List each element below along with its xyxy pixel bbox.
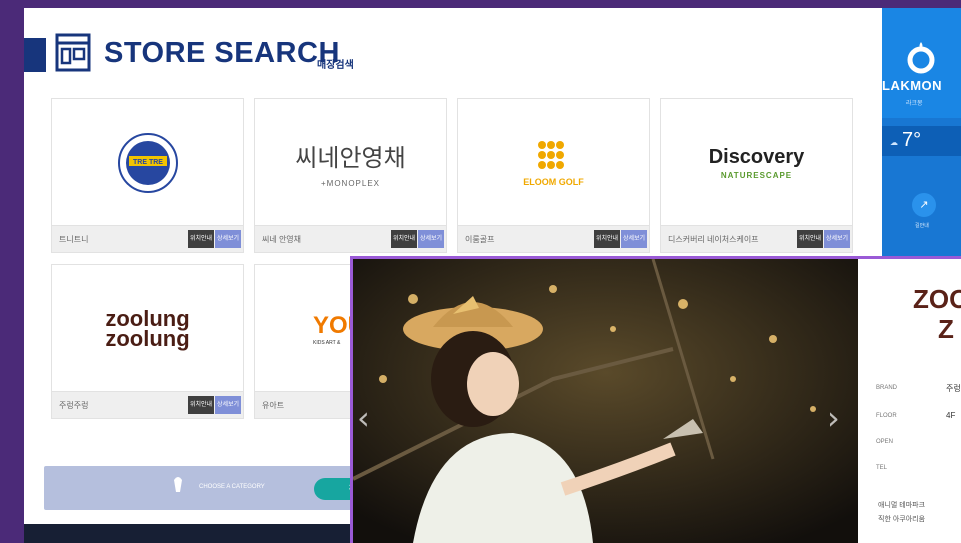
store-card-zoolung[interactable]: zoolung zoolung 주렁주렁 위치안내 상세보기 bbox=[51, 264, 244, 419]
category-label: CHOOSE A CATEGORY bbox=[199, 484, 265, 490]
zoolung-logo-line2: zoolung bbox=[105, 326, 190, 351]
weather-box: ☁ 7° bbox=[882, 126, 961, 156]
desc-line: 직한 아쿠아리움 bbox=[878, 516, 926, 523]
cine-logo-text: 씨네안영채 bbox=[295, 144, 406, 172]
brand-label: BRAND bbox=[876, 385, 898, 391]
store-card-cine[interactable]: 씨네안영채 +MONOPLEX 씨네 안영채 위치안내 상세보기 bbox=[254, 98, 447, 253]
detail-button[interactable]: 상세보기 bbox=[215, 230, 241, 248]
open-label: OPEN bbox=[876, 439, 894, 445]
discovery-logo-text: Discovery bbox=[708, 146, 805, 168]
directions-icon[interactable]: ↗ bbox=[912, 193, 936, 217]
title-accent bbox=[24, 38, 46, 72]
youart-logo-sub: KIDS ART & bbox=[313, 340, 341, 346]
store-name-bar: 디스커버리 네이처스케이프 위치안내 상세보기 bbox=[661, 225, 852, 252]
popup-logo-line1: ZOO bbox=[913, 284, 961, 314]
discovery-logo-sub: NATURESCAPE bbox=[720, 171, 793, 180]
store-photo: ‹ › bbox=[353, 259, 858, 543]
store-name-bar: 이룸골프 위치안내 상세보기 bbox=[458, 225, 649, 252]
store-name: 이룸골프 bbox=[465, 235, 495, 244]
tel-label: TEL bbox=[876, 465, 888, 471]
temperature: 7° bbox=[902, 129, 922, 151]
detail-button[interactable]: 상세보기 bbox=[621, 230, 647, 248]
prev-arrow-icon[interactable]: ‹ bbox=[357, 399, 370, 437]
store-name: 디스커버리 네이처스케이프 bbox=[668, 235, 759, 244]
detail-button[interactable]: 상세보기 bbox=[215, 396, 241, 414]
store-logo: Discovery NATURESCAPE bbox=[661, 99, 852, 227]
store-description: 애니멀 테마파크 직한 아쿠아리움 bbox=[878, 499, 925, 527]
location-button[interactable]: 위치안내 bbox=[188, 230, 214, 248]
store-info-panel: ZOO Z BRAND 주렁 FLOOR 4F OPEN TEL 애니멀 테마파… bbox=[858, 259, 961, 543]
girl-star-icon bbox=[166, 456, 183, 492]
directions-label: 길안내 bbox=[915, 223, 929, 229]
lakmon-brand-sub: 라크몽 bbox=[906, 101, 923, 107]
store-card-eloom[interactable]: ELOOM GOLF 이룸골프 위치안내 상세보기 bbox=[457, 98, 650, 253]
page-subtitle: 매장검색 bbox=[317, 60, 354, 71]
floor-value: 4F bbox=[946, 411, 956, 420]
cine-logo-sub: +MONOPLEX bbox=[320, 179, 380, 188]
popup-logo-line2: Z bbox=[938, 314, 954, 344]
lakmon-brand: LAKMON bbox=[882, 78, 943, 93]
store-name: 유아트 bbox=[262, 401, 285, 410]
lakmon-logo-block: LAKMON 라크몽 bbox=[882, 8, 961, 118]
store-icon bbox=[55, 33, 91, 72]
store-logo: zoolung zoolung bbox=[52, 265, 243, 393]
store-logo: TRE TRE bbox=[52, 99, 243, 227]
lakmon-logo-icon bbox=[907, 42, 935, 74]
store-card-tretre[interactable]: TRE TRE 트니트니 위치안내 상세보기 bbox=[51, 98, 244, 253]
store-name-bar: 주렁주렁 위치안내 상세보기 bbox=[52, 391, 243, 418]
brand-value: 주렁 bbox=[946, 384, 961, 393]
store-card-discovery[interactable]: Discovery NATURESCAPE 디스커버리 네이처스케이프 위치안내… bbox=[660, 98, 853, 253]
cloud-icon: ☁ bbox=[890, 138, 898, 147]
store-logo: ELOOM GOLF bbox=[458, 99, 649, 227]
location-button[interactable]: 위치안내 bbox=[391, 230, 417, 248]
detail-button[interactable]: 상세보기 bbox=[824, 230, 850, 248]
store-detail-popup: ‹ › ZOO Z BRAND 주렁 FLOOR 4F OPEN TEL 애니멀… bbox=[350, 256, 961, 543]
store-name-bar: 씨네 안영채 위치안내 상세보기 bbox=[255, 225, 446, 252]
desc-line: 애니멀 테마파크 bbox=[878, 502, 926, 509]
svg-text:TRE TRE: TRE TRE bbox=[133, 159, 163, 166]
store-logo: 씨네안영채 +MONOPLEX bbox=[255, 99, 446, 227]
title-bar: STORE SEARCH 매장검색 bbox=[24, 26, 882, 76]
girl-with-birds-photo bbox=[353, 259, 858, 543]
detail-button[interactable]: 상세보기 bbox=[418, 230, 444, 248]
store-name-bar: 트니트니 위치안내 상세보기 bbox=[52, 225, 243, 252]
location-button[interactable]: 위치안내 bbox=[797, 230, 823, 248]
store-name: 주렁주렁 bbox=[59, 401, 89, 410]
right-sidebar: LAKMON 라크몽 ☁ 7° ↗ 길안내 bbox=[882, 8, 961, 258]
page-title: STORE SEARCH bbox=[104, 37, 340, 69]
floor-label: FLOOR bbox=[876, 413, 897, 419]
store-name: 씨네 안영채 bbox=[262, 235, 302, 244]
location-button[interactable]: 위치안내 bbox=[188, 396, 214, 414]
eloom-dots-icon bbox=[537, 141, 564, 169]
location-button[interactable]: 위치안내 bbox=[594, 230, 620, 248]
store-name: 트니트니 bbox=[59, 235, 89, 244]
next-arrow-icon[interactable]: › bbox=[827, 399, 840, 437]
eloom-logo-text: ELOOM GOLF bbox=[523, 177, 584, 187]
tretre-logo-icon: TRE TRE bbox=[117, 133, 178, 193]
